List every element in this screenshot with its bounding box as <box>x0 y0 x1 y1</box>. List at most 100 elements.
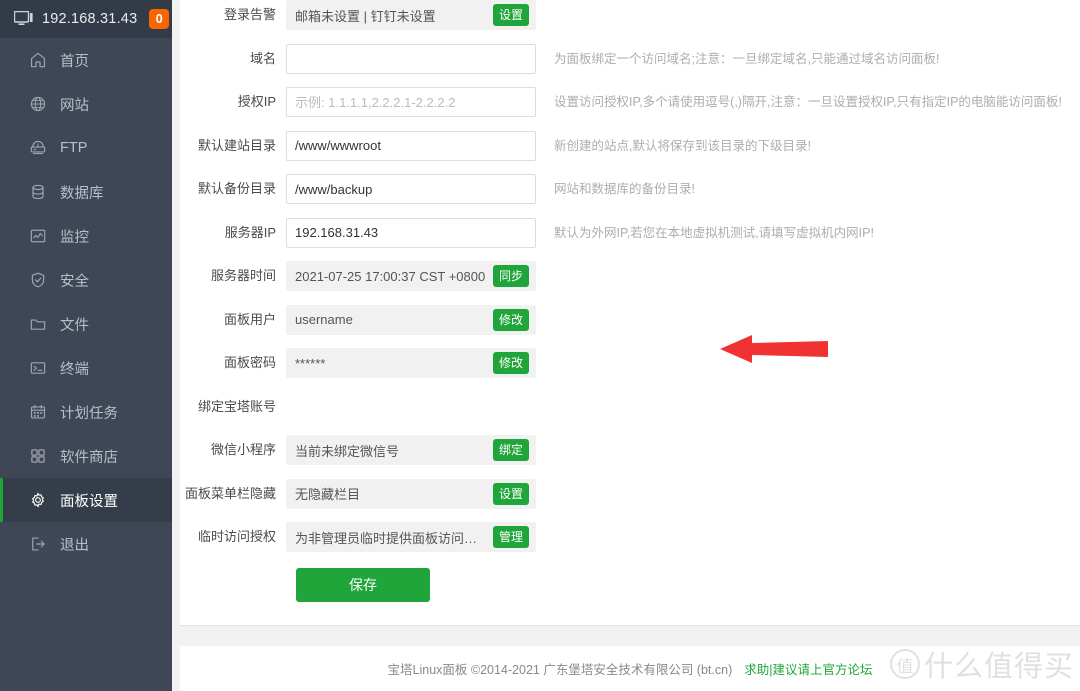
form-row-label: 临时访问授权 <box>197 529 276 544</box>
row-action-button[interactable]: 设置 <box>492 4 529 26</box>
sidebar-item-label: 终端 <box>60 361 89 378</box>
home-icon <box>28 50 48 70</box>
form-row-label: 面板菜单栏隐藏 <box>184 485 276 501</box>
text-input[interactable] <box>286 174 536 204</box>
static-value-text: username <box>295 312 353 327</box>
sidebar-item-label: 监控 <box>60 229 89 246</box>
sidebar-server-ip: 192.168.31.43 <box>42 11 138 27</box>
static-value-box: ****** 修改 <box>286 348 536 378</box>
form-row: 面板密码 ****** 修改 <box>180 348 1080 392</box>
sidebar-item-label: FTP <box>60 140 88 156</box>
static-value-text: 邮箱未设置 | 钉钉未设置 <box>295 8 436 24</box>
form-row-control: 2021-07-25 17:00:37 CST +0800 同步 <box>286 261 536 291</box>
sidebar-item-0[interactable]: 首页 <box>0 38 172 82</box>
sidebar-item-4[interactable]: 监控 <box>0 214 172 258</box>
settings-form: 登录告警 邮箱未设置 | 钉钉未设置 设置 域名 为面板绑定一个访问域名;注意：一旦绑定… <box>180 0 1080 566</box>
form-row-label: 微信小程序 <box>210 442 276 457</box>
sidebar-item-label: 退出 <box>60 537 89 554</box>
sidebar-item-6[interactable]: 文件 <box>0 302 172 346</box>
sidebar-item-label: 数据库 <box>60 185 104 202</box>
save-row: 保存 <box>296 568 430 602</box>
form-row-help-text: 为面板绑定一个访问域名;注意：一旦绑定域名,只能通过域名访问面板! <box>554 51 940 66</box>
form-row-label: 授权IP <box>237 94 276 109</box>
sidebar-item-label: 软件商店 <box>60 449 118 466</box>
footer-copyright: 宝塔Linux面板 ©2014-2021 广东堡塔安全技术有限公司 (bt.cn… <box>387 663 733 677</box>
form-row: 面板菜单栏隐藏 无隐藏栏目 设置 <box>180 478 1080 523</box>
footer: 宝塔Linux面板 ©2014-2021 广东堡塔安全技术有限公司 (bt.cn… <box>180 646 1080 691</box>
sidebar-item-9[interactable]: 软件商店 <box>0 434 172 478</box>
form-row-control <box>286 87 536 117</box>
static-value-text: 为非管理员临时提供面板访问权限 <box>295 530 487 546</box>
form-row-label: 默认建站目录 <box>197 137 276 153</box>
form-row-label: 面板用户 <box>223 311 276 327</box>
static-value-text: ****** <box>295 355 326 371</box>
logout-icon <box>28 534 48 554</box>
app-root: 192.168.31.43 0 首页网站 FTP 数据库监控安全文件终端计划任务软件… <box>0 0 1080 691</box>
form-row-control: 为非管理员临时提供面板访问权限 管理 <box>286 522 536 552</box>
server-icon <box>28 138 48 158</box>
sidebar-item-1[interactable]: 网站 <box>0 82 172 126</box>
sidebar-item-label: 安全 <box>60 273 89 290</box>
save-button[interactable]: 保存 <box>296 568 430 602</box>
static-value-box: username 修改 <box>286 304 536 335</box>
static-value-box: 无隐藏栏目 设置 <box>286 478 536 509</box>
sidebar-item-2[interactable]: FTP <box>0 126 172 170</box>
form-row-control: ****** 修改 <box>286 348 536 378</box>
form-row-label: 服务器IP <box>224 224 276 240</box>
sidebar-item-label: 首页 <box>60 53 89 70</box>
sidebar-header[interactable]: 192.168.31.43 0 <box>0 0 172 38</box>
form-row-control <box>286 174 536 204</box>
text-input[interactable] <box>286 217 536 248</box>
sidebar-item-label: 计划任务 <box>60 405 118 422</box>
form-row-help-text: 网站和数据库的备份目录! <box>554 182 695 196</box>
main-area: 登录告警 邮箱未设置 | 钉钉未设置 设置 域名 为面板绑定一个访问域名;注意：一旦绑定… <box>180 0 1080 691</box>
form-row: 授权IP 设置访问授权IP,多个请使用逗号(,)隔开,注意：一旦设置授权IP,只有… <box>180 87 1080 131</box>
row-action-button[interactable]: 设置 <box>492 482 529 505</box>
gear-icon <box>28 490 48 510</box>
sidebar-item-8[interactable]: 计划任务 <box>0 390 172 434</box>
sidebar-item-label: 面板设置 <box>60 493 118 510</box>
form-row: 域名 为面板绑定一个访问域名;注意：一旦绑定域名,只能通过域名访问面板! <box>180 43 1080 88</box>
row-action-button[interactable]: 修改 <box>492 352 529 374</box>
sidebar-item-5[interactable]: 安全 <box>0 258 172 302</box>
form-row-label: 默认备份目录 <box>197 181 276 196</box>
footer-forum-link[interactable]: 求助|建议请上官方论坛 <box>744 659 872 678</box>
sidebar-item-7[interactable]: 终端 <box>0 346 172 390</box>
sidebar-edge-gap <box>172 0 180 691</box>
form-row: 面板用户 username 修改 <box>180 304 1080 349</box>
row-action-button[interactable]: 绑定 <box>492 439 529 461</box>
sidebar-item-label: 网站 <box>60 97 89 114</box>
shield-icon <box>28 270 48 290</box>
database-icon <box>28 182 48 202</box>
text-input[interactable] <box>286 87 536 117</box>
form-row: 临时访问授权 为非管理员临时提供面板访问权限 管理 <box>180 522 1080 566</box>
notification-badge[interactable]: 0 <box>149 9 170 29</box>
row-action-button[interactable]: 管理 <box>492 526 529 548</box>
text-input[interactable] <box>286 43 536 74</box>
row-action-button[interactable]: 同步 <box>492 265 529 287</box>
form-row-help-text: 默认为外网IP,若您在本地虚拟机测试,请填写虚拟机内网IP! <box>554 225 874 240</box>
grid-icon <box>28 446 48 466</box>
form-row-label: 登录告警 <box>223 7 276 22</box>
form-row-label: 绑定宝塔账号 <box>197 398 276 414</box>
form-row-help-text: 新创建的站点,默认将保存到该目录的下级目录! <box>554 138 811 153</box>
text-input[interactable] <box>286 130 536 161</box>
form-row-control <box>286 392 536 422</box>
folder-icon <box>28 314 48 334</box>
static-value-box: 为非管理员临时提供面板访问权限 管理 <box>286 522 536 552</box>
form-row-control: 无隐藏栏目 设置 <box>286 478 536 509</box>
sidebar-item-3[interactable]: 数据库 <box>0 170 172 214</box>
form-row: 绑定宝塔账号 <box>180 392 1080 436</box>
sidebar-nav: 首页网站 FTP 数据库监控安全文件终端计划任务软件商店面板设置退出 <box>0 38 172 566</box>
monitor-icon <box>14 11 33 27</box>
static-value-box: 2021-07-25 17:00:37 CST +0800 同步 <box>286 261 536 291</box>
calendar-icon <box>28 402 48 422</box>
sidebar: 192.168.31.43 0 首页网站 FTP 数据库监控安全文件终端计划任务软件… <box>0 0 172 691</box>
sidebar-item-10[interactable]: 面板设置 <box>0 478 172 522</box>
row-action-button[interactable]: 修改 <box>492 308 529 331</box>
static-value-box: 邮箱未设置 | 钉钉未设置 设置 <box>286 0 536 30</box>
form-row-help-text: 设置访问授权IP,多个请使用逗号(,)隔开,注意：一旦设置授权IP,只有指定IP… <box>554 95 1062 109</box>
sidebar-item-11[interactable]: 退出 <box>0 522 172 566</box>
static-value-text: 无隐藏栏目 <box>295 487 361 502</box>
form-row-label: 服务器时间 <box>210 268 276 283</box>
